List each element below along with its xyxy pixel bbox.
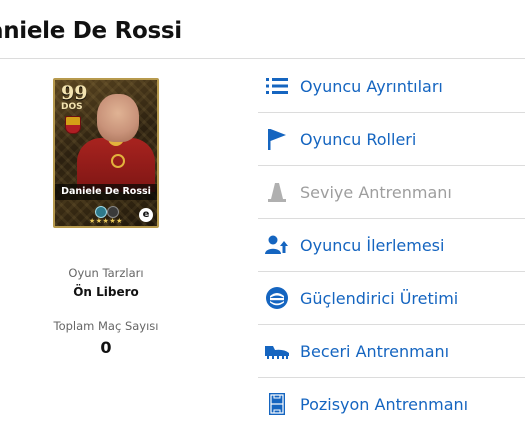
cone-icon: [264, 181, 290, 203]
page-title: aniele De Rossi: [0, 18, 182, 44]
shirt-badge: [111, 154, 125, 168]
menu-item-label: Güçlendirici Üretimi: [300, 288, 459, 308]
player-portrait: [97, 94, 139, 142]
club-crest-icon: [65, 116, 81, 134]
card-bottom-strip: ★★★★★ e: [55, 202, 157, 226]
menu-item-label: Beceri Antrenmanı: [300, 341, 450, 361]
menu-item-label: Seviye Antrenmanı: [300, 182, 452, 202]
menu-item-label: Oyuncu Rolleri: [300, 129, 417, 149]
matches-label: Toplam Maç Sayısı: [53, 319, 159, 333]
title-divider: [0, 58, 525, 59]
list-icon: [264, 75, 290, 97]
menu-item-player-details[interactable]: Oyuncu Ayrıntıları: [258, 60, 525, 113]
booster-icon: [264, 287, 290, 309]
menu-item-level-training[interactable]: Seviye Antrenmanı: [258, 166, 525, 219]
boot-icon: [264, 340, 290, 362]
play-style-label: Oyun Tarzları: [68, 266, 144, 280]
menu-item-label: Oyuncu Ayrıntıları: [300, 76, 443, 96]
matches-value: 0: [100, 338, 112, 357]
card-rating: 99: [61, 82, 88, 104]
pitch-icon: [264, 393, 290, 415]
menu-item-label: Oyuncu İlerlemesi: [300, 235, 445, 255]
card-stars: ★★★★★: [89, 217, 123, 225]
player-card[interactable]: 99 DOS Daniele De Rossi ★★★★★ e: [53, 78, 159, 228]
card-position: DOS: [61, 102, 83, 112]
efootball-logo-icon: e: [139, 208, 153, 222]
flag-icon: [264, 128, 290, 150]
menu-item-skill-training[interactable]: Beceri Antrenmanı: [258, 325, 525, 378]
play-style-value: Ön Libero: [73, 285, 139, 299]
menu-item-booster-creation[interactable]: Güçlendirici Üretimi: [258, 272, 525, 325]
menu-item-label: Pozisyon Antrenmanı: [300, 394, 469, 414]
menu-item-player-roles[interactable]: Oyuncu Rolleri: [258, 113, 525, 166]
player-actions-menu: Oyuncu Ayrıntıları Oyuncu Rolleri Seviye…: [258, 60, 525, 430]
menu-item-player-progression[interactable]: Oyuncu İlerlemesi: [258, 219, 525, 272]
menu-item-position-training[interactable]: Pozisyon Antrenmanı: [258, 378, 525, 430]
card-player-name: Daniele De Rossi: [55, 184, 157, 200]
person-progress-icon: [264, 234, 290, 256]
